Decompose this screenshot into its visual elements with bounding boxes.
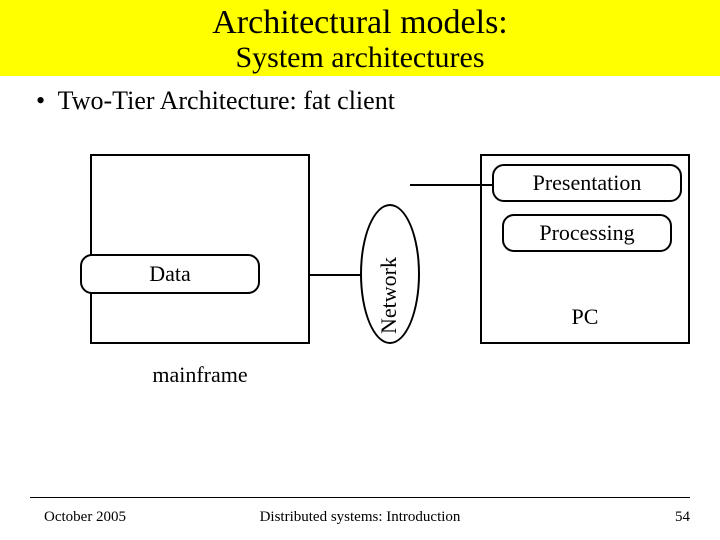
title-line-2: System architectures bbox=[0, 41, 720, 74]
mainframe-box bbox=[90, 154, 310, 344]
processing-label: Processing bbox=[502, 214, 672, 252]
diagram-area: Data mainframe Network Presentation Proc… bbox=[0, 144, 720, 444]
data-label: Data bbox=[80, 254, 260, 294]
pc-caption: PC bbox=[545, 304, 625, 330]
footer: October 2005 Distributed systems: Introd… bbox=[0, 509, 720, 526]
bullet-text: Two-Tier Architecture: fat client bbox=[58, 86, 395, 115]
network-label: Network bbox=[376, 257, 402, 334]
mainframe-caption: mainframe bbox=[130, 362, 270, 388]
presentation-label: Presentation bbox=[492, 164, 682, 202]
title-line-1: Architectural models: bbox=[0, 4, 720, 41]
title-bar: Architectural models: System architectur… bbox=[0, 0, 720, 76]
bullet-item: • Two-Tier Architecture: fat client bbox=[36, 86, 720, 116]
footer-title: Distributed systems: Introduction bbox=[260, 509, 461, 526]
footer-date: October 2005 bbox=[44, 509, 126, 526]
footer-page: 54 bbox=[675, 509, 690, 526]
footer-divider bbox=[30, 497, 690, 498]
